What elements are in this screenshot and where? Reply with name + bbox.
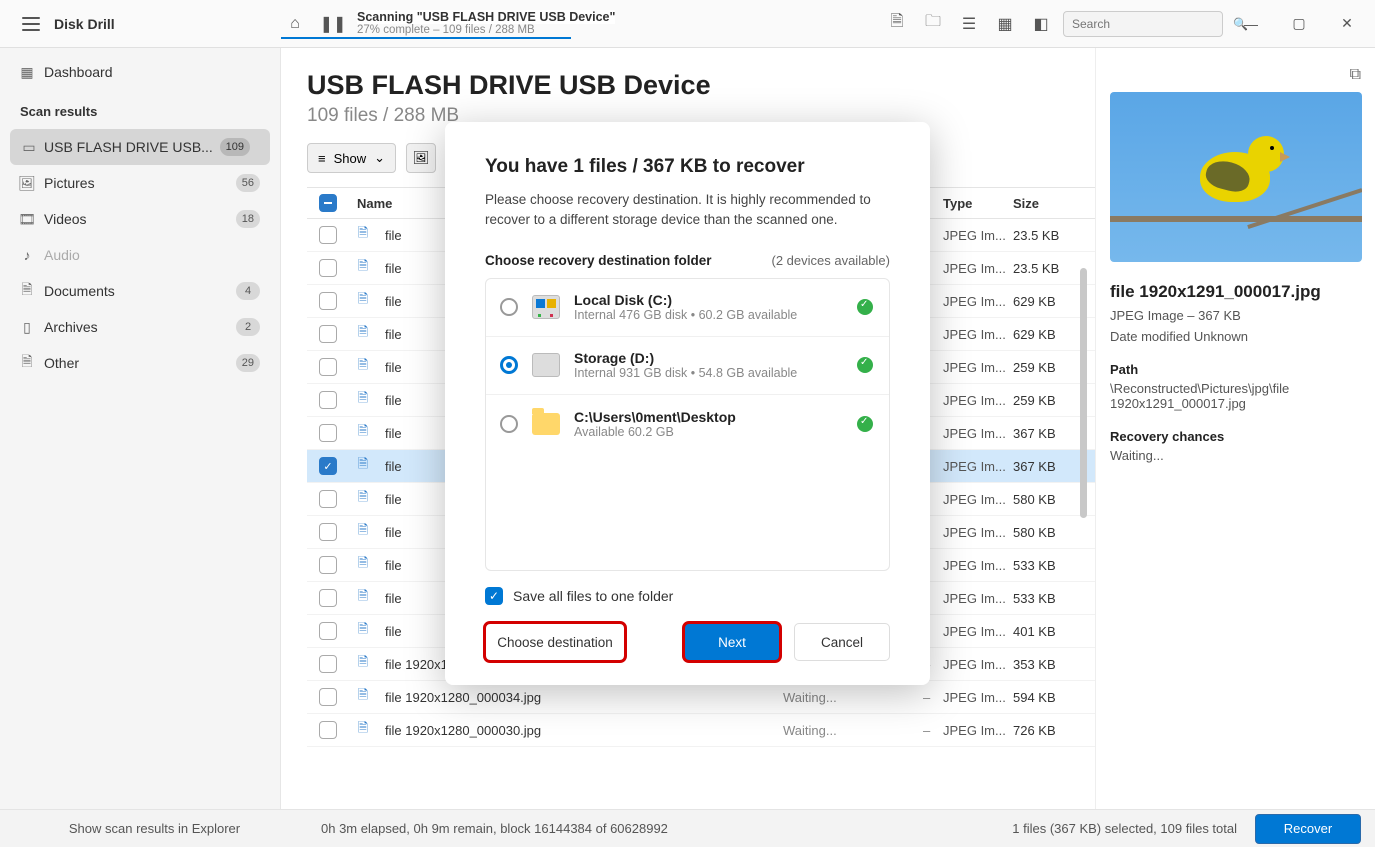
save-all-label: Save all files to one folder [513, 588, 673, 604]
folder-icon [532, 413, 560, 435]
destination-detail: Internal 476 GB disk • 60.2 GB available [574, 308, 843, 322]
recovery-destination-modal: You have 1 files / 367 KB to recover Ple… [445, 122, 930, 685]
destination-detail: Available 60.2 GB [574, 425, 843, 439]
save-all-checkbox[interactable]: ✓ [485, 587, 503, 605]
check-ok-icon [857, 357, 873, 373]
choose-destination-button[interactable]: Choose destination [485, 623, 625, 661]
radio-icon[interactable] [500, 356, 518, 374]
destination-option-storage-d[interactable]: Storage (D:) Internal 931 GB disk • 54.8… [486, 337, 889, 395]
destination-option-local-c[interactable]: Local Disk (C:) Internal 476 GB disk • 6… [486, 279, 889, 337]
next-button[interactable]: Next [684, 623, 780, 661]
modal-dest-head: Choose recovery destination folder [485, 253, 712, 268]
cancel-button[interactable]: Cancel [794, 623, 890, 661]
destination-list: Local Disk (C:) Internal 476 GB disk • 6… [485, 278, 890, 572]
check-ok-icon [857, 416, 873, 432]
radio-icon[interactable] [500, 415, 518, 433]
destination-name: Local Disk (C:) [574, 292, 843, 308]
modal-title: You have 1 files / 367 KB to recover [485, 156, 890, 178]
radio-icon[interactable] [500, 298, 518, 316]
destination-detail: Internal 931 GB disk • 54.8 GB available [574, 366, 843, 380]
drive-icon [532, 353, 560, 377]
check-ok-icon [857, 299, 873, 315]
modal-dest-count: (2 devices available) [771, 253, 890, 268]
destination-name: Storage (D:) [574, 350, 843, 366]
windows-drive-icon [532, 295, 560, 319]
destination-option-desktop[interactable]: C:\Users\0ment\Desktop Available 60.2 GB [486, 395, 889, 453]
modal-description: Please choose recovery destination. It i… [485, 190, 890, 231]
destination-name: C:\Users\0ment\Desktop [574, 409, 843, 425]
